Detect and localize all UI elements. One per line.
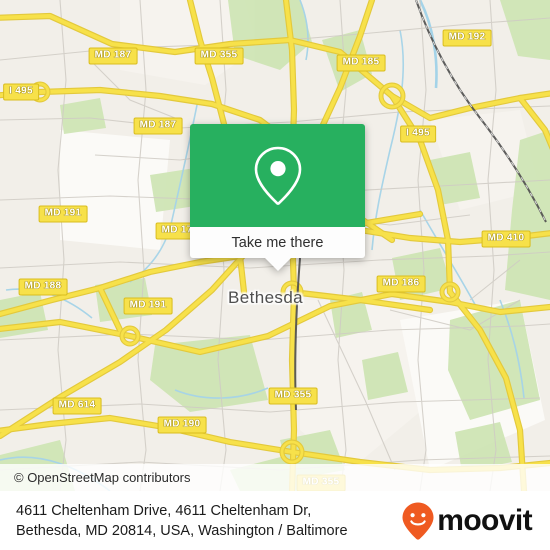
map-pin-icon (254, 146, 301, 205)
footer-bar: 4611 Cheltenham Drive, 4611 Cheltenham D… (0, 491, 550, 550)
road-shield: MD 190 (157, 416, 207, 434)
address-line-1: 4611 Cheltenham Drive, 4611 Cheltenham D… (16, 502, 312, 519)
popup-header (190, 124, 365, 227)
address-line-2: Bethesda, MD 20814, USA, Washington / Ba… (16, 522, 348, 539)
osm-attribution-text: © OpenStreetMap contributors (14, 470, 191, 485)
moovit-map-screenshot: Bethesda MD 187 MD 355 MD 185 MD 192 I 495 MD… (0, 0, 550, 550)
osm-attribution-bar: © OpenStreetMap contributors (0, 464, 550, 491)
road-shield: MD 614 (52, 397, 102, 415)
moovit-pin-icon (402, 502, 434, 540)
road-shield: MD 191 (123, 297, 173, 315)
road-shield: MD 192 (442, 29, 492, 47)
road-shield: MD 355 (268, 387, 318, 405)
road-shield: MD 187 (133, 117, 183, 135)
road-shield: MD 185 (336, 54, 386, 72)
location-popup-card[interactable]: Take me there (190, 124, 365, 271)
road-shield: MD 355 (194, 47, 244, 65)
road-shield: I 495 (400, 125, 436, 143)
popup-action-bar[interactable]: Take me there (190, 227, 365, 258)
address-block: 4611 Cheltenham Drive, 4611 Cheltenham D… (16, 501, 348, 541)
road-shield: MD 188 (18, 278, 68, 296)
road-shield: MD 410 (481, 230, 531, 248)
road-shield: MD 186 (376, 275, 426, 293)
road-shield: MD 187 (88, 47, 138, 65)
road-shield: MD 191 (38, 205, 88, 223)
moovit-wordmark: moovit (437, 503, 532, 537)
popup-pointer-tail (264, 258, 291, 271)
take-me-there-label: Take me there (231, 234, 324, 251)
map-canvas[interactable]: Bethesda MD 187 MD 355 MD 185 MD 192 I 495 MD… (0, 0, 550, 491)
moovit-brand-logo[interactable]: moovit (401, 501, 536, 541)
road-shield: I 495 (3, 83, 39, 101)
